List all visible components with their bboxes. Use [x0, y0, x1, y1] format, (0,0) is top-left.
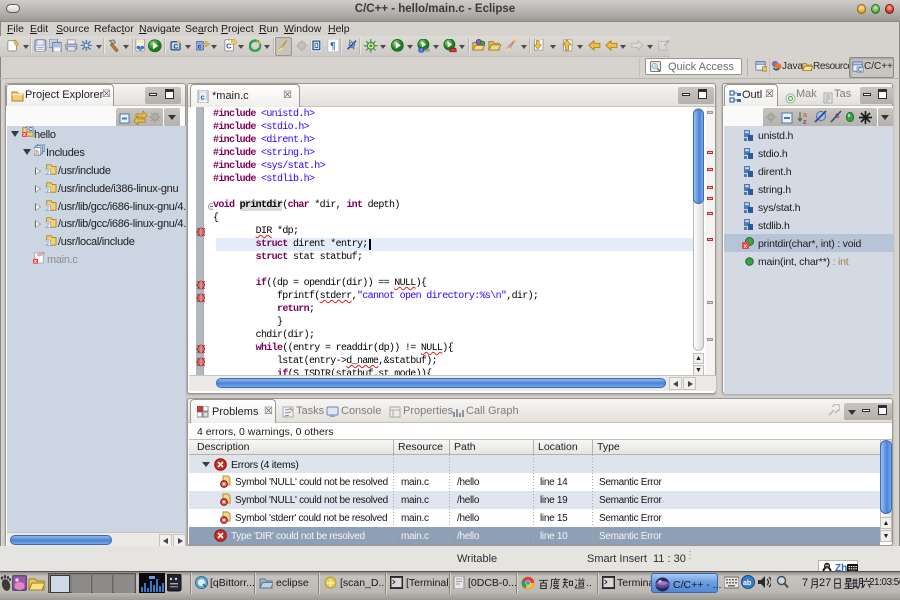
svg-text:¶: ¶ [330, 41, 336, 52]
svg-text:C: C [173, 43, 178, 50]
svg-text:x: x [744, 243, 748, 249]
svg-text:c: c [201, 93, 205, 102]
svg-text:x: x [34, 259, 37, 264]
svg-text:ab: ab [743, 580, 751, 587]
svg-text:z: z [803, 119, 807, 125]
svg-text:C: C [858, 68, 862, 73]
svg-text:x: x [23, 132, 26, 137]
svg-text:C: C [28, 127, 32, 133]
svg-text:c: c [198, 43, 202, 50]
svg-text:a: a [803, 112, 807, 119]
